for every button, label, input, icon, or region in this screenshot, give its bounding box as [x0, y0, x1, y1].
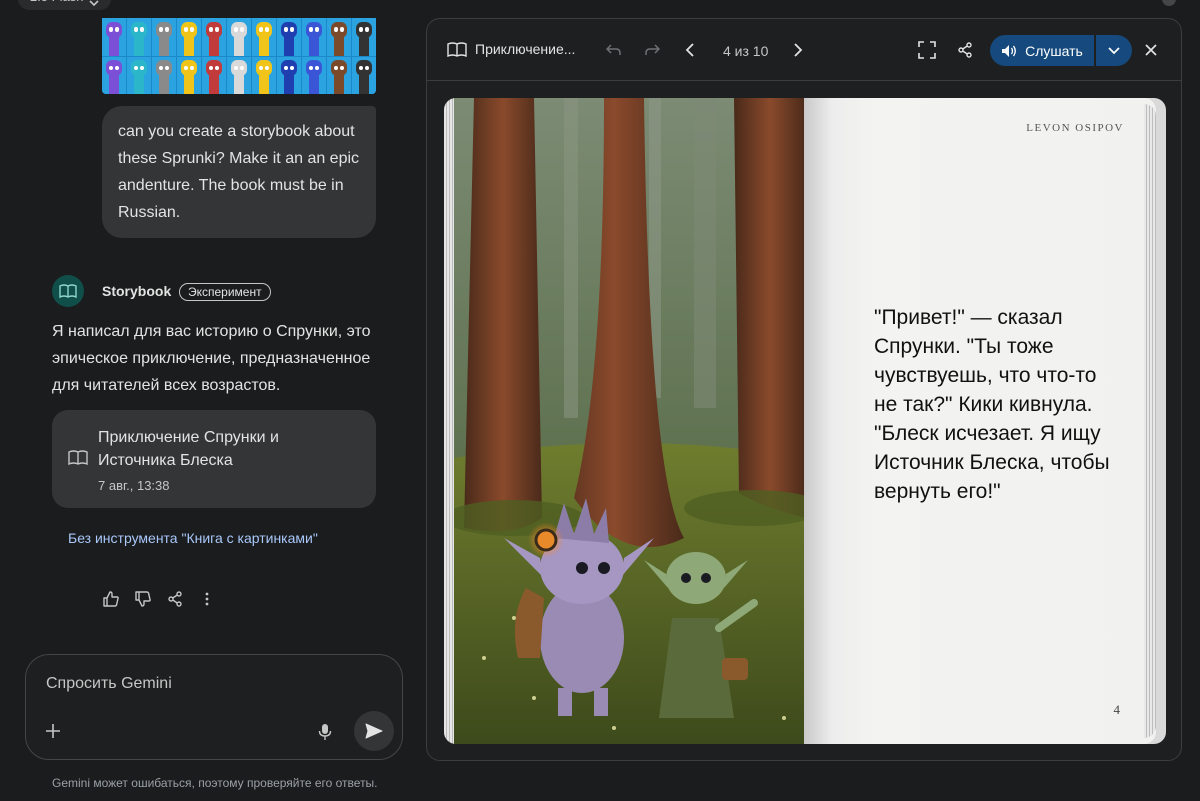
mic-icon[interactable]: [318, 723, 332, 746]
model-label: 2.5 Flash: [30, 0, 83, 8]
listen-options-button[interactable]: [1096, 35, 1132, 66]
no-tool-link[interactable]: Без инструмента "Книга с картинками": [68, 530, 318, 546]
sprunki-character: [352, 56, 376, 94]
chevron-right-icon[interactable]: [789, 41, 807, 59]
page-indicator: 4 из 10: [723, 43, 769, 59]
sprunki-character: [202, 18, 226, 56]
storybook-avatar: [52, 275, 84, 307]
redo-icon[interactable]: [643, 41, 661, 59]
plus-icon[interactable]: [44, 722, 62, 745]
story-text: "Привет!" — сказал Спрунки. "Ты тоже чув…: [874, 306, 1110, 503]
prompt-input[interactable]: Спросить Gemini: [25, 654, 403, 760]
story-card[interactable]: Приключение Спрунки и Источника Блеска 7…: [52, 410, 376, 508]
book-icon: [447, 41, 467, 57]
send-icon: [365, 723, 383, 739]
more-vert-icon[interactable]: [198, 590, 216, 608]
send-button[interactable]: [354, 711, 394, 751]
user-message: can you create a storybook about these S…: [102, 106, 376, 238]
speaker-icon: [1002, 44, 1017, 57]
viewer-title-text: Приключение...: [475, 41, 576, 57]
book-icon: [59, 284, 77, 298]
uploaded-image[interactable]: [102, 18, 376, 94]
sprunki-character: [302, 18, 326, 56]
prompt-placeholder: Спросить Gemini: [46, 675, 172, 692]
sprunki-character: [327, 56, 351, 94]
disclaimer: Gemini может ошибаться, поэтому проверяй…: [52, 776, 378, 790]
sprunki-character: [127, 56, 151, 94]
sprunki-character: [177, 56, 201, 94]
sprunki-character: [227, 56, 251, 94]
viewer-title: Приключение...: [447, 41, 575, 57]
story-card-date: 7 авг., 13:38: [98, 478, 170, 493]
forest-illustration: [454, 98, 806, 744]
sprunki-character: [302, 56, 326, 94]
chevron-down-icon: [89, 0, 100, 7]
model-selector[interactable]: 2.5 Flash: [18, 0, 112, 10]
chevron-left-icon[interactable]: [681, 41, 699, 59]
page-number: 4: [1113, 702, 1121, 717]
illustration-page: [444, 98, 806, 744]
text-page: LEVON OSIPOV "Привет!" — сказал Спрунки.…: [804, 98, 1156, 744]
agent-name: Storybook: [102, 283, 172, 299]
sprunki-character: [352, 18, 376, 56]
listen-label: Слушать: [1025, 42, 1083, 59]
sprunki-character: [152, 56, 176, 94]
listen-button[interactable]: Слушать: [990, 35, 1094, 66]
sprunki-character: [252, 18, 276, 56]
sprunki-character: [102, 18, 126, 56]
close-icon[interactable]: [1142, 41, 1160, 59]
experiment-badge: Эксперимент: [179, 283, 271, 301]
sprunki-character: [102, 56, 126, 94]
chevron-down-icon: [1108, 46, 1120, 54]
sprunki-character: [127, 18, 151, 56]
open-book: LEVON OSIPOV "Привет!" — сказал Спрунки.…: [444, 98, 1166, 744]
fullscreen-icon[interactable]: [918, 41, 936, 59]
feedback-row: [102, 590, 216, 608]
thumb-down-icon[interactable]: [134, 590, 152, 608]
sprunki-character: [277, 56, 301, 94]
sprunki-character: [177, 18, 201, 56]
undo-icon[interactable]: [605, 41, 623, 59]
story-card-title: Приключение Спрунки и Источника Блеска: [98, 429, 279, 469]
book-icon: [68, 450, 88, 470]
sprunki-character: [202, 56, 226, 94]
sprunki-character: [277, 18, 301, 56]
share-icon[interactable]: [956, 41, 974, 59]
storybook-viewer: Приключение... 4 из 10 Слушать LEVON OSI…: [426, 18, 1182, 761]
sprunki-character: [227, 18, 251, 56]
share-icon[interactable]: [166, 590, 184, 608]
sprunki-character: [327, 18, 351, 56]
sprunki-character: [252, 56, 276, 94]
agent-message: Я написал для вас историю о Спрунки, это…: [52, 323, 371, 394]
sprunki-character: [152, 18, 176, 56]
thumb-up-icon[interactable]: [102, 590, 120, 608]
viewer-toolbar: Приключение... 4 из 10 Слушать: [427, 19, 1181, 81]
account-avatar[interactable]: [1162, 0, 1176, 6]
author-name: LEVON OSIPOV: [1026, 122, 1124, 134]
